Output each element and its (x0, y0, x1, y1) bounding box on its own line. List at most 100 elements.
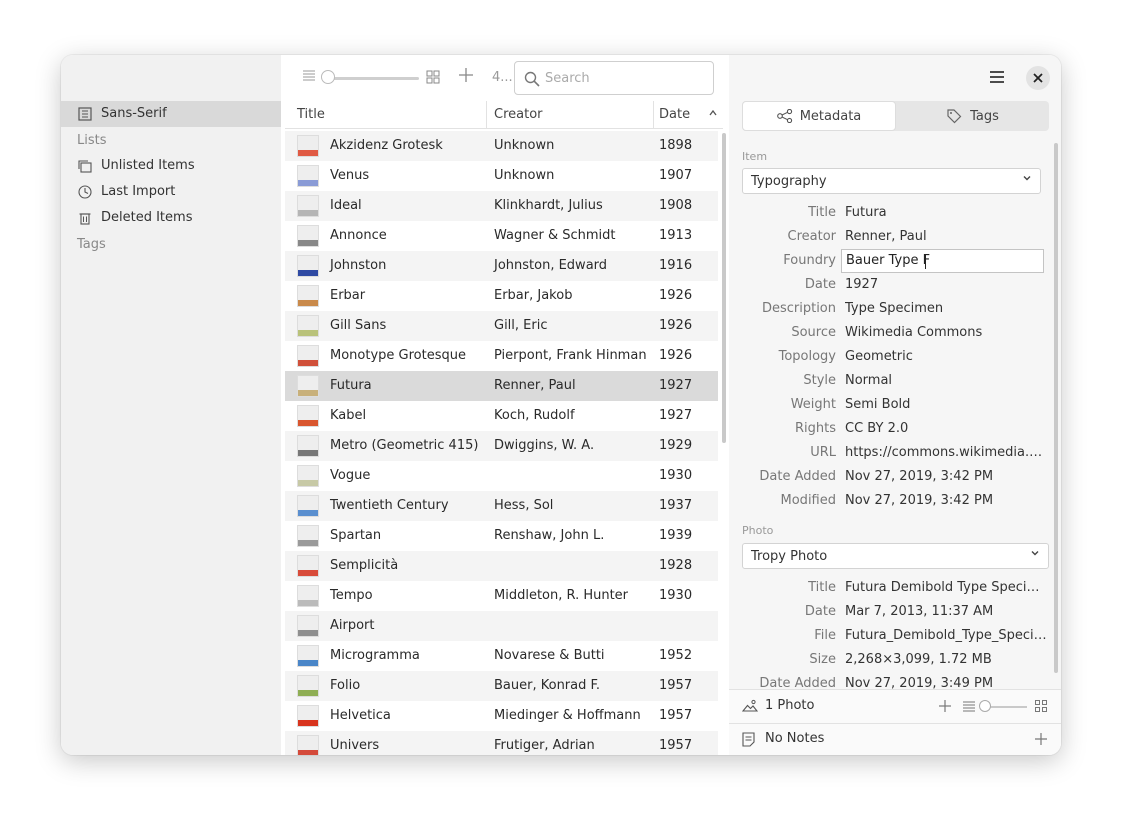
cell-title: Metro (Geometric 415) (330, 438, 479, 453)
photo-thumbnail[interactable] (297, 525, 319, 547)
metadata-value[interactable]: Mar 7, 2013, 11:37 AM (845, 604, 1047, 619)
add-note-icon[interactable] (1035, 733, 1047, 749)
sort-ascending-icon[interactable] (708, 107, 718, 122)
table-row[interactable]: Ideal Klinkhardt, Julius 1908 (285, 191, 718, 221)
metadata-field: Title Futura Demibold Type Specimen (742, 576, 1052, 600)
thumbnail-accent (298, 450, 318, 456)
table-row[interactable]: Tempo Middleton, R. Hunter 1930 (285, 581, 718, 611)
cell-creator: Johnston, Edward (494, 258, 608, 273)
cell-creator: Miedinger & Hoffmann (494, 708, 641, 723)
app-window: Sans-Serif Lists Unlisted Items Last Imp… (61, 55, 1061, 755)
photo-thumbnail[interactable] (297, 165, 319, 187)
photo-thumbnail[interactable] (297, 435, 319, 457)
table-row[interactable]: Monotype Grotesque Pierpont, Frank Hinman… (285, 341, 718, 371)
add-item-icon[interactable] (458, 67, 474, 88)
sidebar-item-deleted[interactable]: Deleted Items (61, 205, 281, 231)
cell-date: 1937 (659, 498, 693, 513)
table-row[interactable]: Univers Frutiger, Adrian 1957 (285, 731, 718, 755)
table-row[interactable]: Venus Unknown 1907 (285, 161, 718, 191)
sidebar-project-sans-serif[interactable]: Sans-Serif (61, 101, 281, 127)
cell-date: 1930 (659, 588, 693, 603)
metadata-value[interactable]: Futura_Demibold_Type_Specim... (845, 628, 1047, 643)
cell-date: 1952 (659, 648, 693, 663)
photo-thumbnail[interactable] (297, 645, 319, 667)
notes-bar: No Notes (729, 723, 1061, 755)
column-creator[interactable]: Creator (494, 107, 543, 122)
table-row[interactable]: Akzidenz Grotesk Unknown 1898 (285, 131, 718, 161)
sidebar-item-unlisted[interactable]: Unlisted Items (61, 153, 281, 179)
list-view-icon[interactable] (963, 701, 975, 716)
photo-thumbnail[interactable] (297, 615, 319, 637)
metadata-value[interactable]: Nov 27, 2019, 3:49 PM (845, 676, 1047, 689)
photo-zoom-knob[interactable] (979, 700, 991, 712)
column-divider[interactable] (486, 101, 487, 129)
table-row[interactable]: Airport (285, 611, 718, 641)
photo-thumbnail[interactable] (297, 375, 319, 397)
item-table: Akzidenz Grotesk Unknown 1898 Venus Unknown 1… (285, 131, 718, 755)
table-row[interactable]: Kabel Koch, Rudolf 1927 (285, 401, 718, 431)
column-date[interactable]: Date (659, 107, 690, 122)
thumbnail-accent (298, 150, 318, 156)
table-row[interactable]: Metro (Geometric 415) Dwiggins, W. A. 1929 (285, 431, 718, 461)
photo-thumbnail[interactable] (297, 345, 319, 367)
metadata-value[interactable]: Futura Demibold Type Specimen (845, 580, 1047, 595)
photo-thumbnail[interactable] (297, 735, 319, 755)
photo-thumbnail[interactable] (297, 285, 319, 307)
item-panel: Metadata Tags Item Typography Title Futur… (729, 55, 1061, 755)
list-view-icon[interactable] (302, 69, 316, 85)
cell-title: Erbar (330, 288, 366, 303)
thumbnail-accent (298, 540, 318, 546)
sidebar-item-last-import[interactable]: Last Import (61, 179, 281, 205)
photo-thumbnail[interactable] (297, 255, 319, 277)
thumbnail-accent (298, 690, 318, 696)
cell-creator: Frutiger, Adrian (494, 738, 595, 753)
column-title[interactable]: Title (297, 107, 325, 122)
photo-thumbnail[interactable] (297, 585, 319, 607)
thumbnail-accent (298, 420, 318, 426)
cell-title: Semplicità (330, 558, 399, 573)
list-scrollbar[interactable] (722, 133, 726, 443)
table-row[interactable]: Twentieth Century Hess, Sol 1937 (285, 491, 718, 521)
table-row[interactable]: Microgramma Novarese & Butti 1952 (285, 641, 718, 671)
thumbnail-accent (298, 300, 318, 306)
project-icon (77, 107, 93, 121)
table-row[interactable]: Folio Bauer, Konrad F. 1957 (285, 671, 718, 701)
stack-icon (77, 159, 93, 173)
column-divider[interactable] (653, 101, 654, 129)
table-row[interactable]: Vogue 1930 (285, 461, 718, 491)
table-row[interactable]: Semplicità 1928 (285, 551, 718, 581)
photo-thumbnail[interactable] (297, 495, 319, 517)
table-row[interactable]: Spartan Renshaw, John L. 1939 (285, 521, 718, 551)
photo-thumbnail[interactable] (297, 555, 319, 577)
table-row[interactable]: Helvetica Miedinger & Hoffmann 1957 (285, 701, 718, 731)
grid-view-icon[interactable] (1035, 700, 1047, 716)
photos-bar: 1 Photo (729, 689, 1061, 723)
photo-thumbnail[interactable] (297, 225, 319, 247)
add-photo-icon[interactable] (939, 700, 951, 716)
thumbnail-accent (298, 600, 318, 606)
cell-creator: Renner, Paul (494, 378, 576, 393)
table-row[interactable]: Erbar Erbar, Jakob 1926 (285, 281, 718, 311)
search-input[interactable]: Search (514, 61, 714, 95)
cell-creator: Erbar, Jakob (494, 288, 573, 303)
table-row[interactable]: Johnston Johnston, Edward 1916 (285, 251, 718, 281)
photo-thumbnail[interactable] (297, 135, 319, 157)
table-row[interactable]: Gill Sans Gill, Eric 1926 (285, 311, 718, 341)
panel-scrollbar[interactable] (1054, 143, 1058, 673)
photo-thumbnail[interactable] (297, 465, 319, 487)
table-row[interactable]: Futura Renner, Paul 1927 (285, 371, 718, 401)
photo-thumbnail[interactable] (297, 405, 319, 427)
metadata-value[interactable]: 2,268×3,099, 1.72 MB (845, 652, 1047, 667)
grid-view-icon[interactable] (426, 70, 440, 88)
photos-count: 1 Photo (765, 698, 815, 713)
photo-thumbnail[interactable] (297, 315, 319, 337)
photo-thumbnail[interactable] (297, 705, 319, 727)
zoom-slider-knob[interactable] (321, 70, 335, 84)
metadata-key: Title (808, 580, 836, 595)
cell-creator: Hess, Sol (494, 498, 554, 513)
table-row[interactable]: Annonce Wagner & Schmidt 1913 (285, 221, 718, 251)
photo-thumbnail[interactable] (297, 195, 319, 217)
photo-icon (741, 699, 759, 717)
photo-thumbnail[interactable] (297, 675, 319, 697)
zoom-slider-track[interactable] (325, 77, 419, 80)
